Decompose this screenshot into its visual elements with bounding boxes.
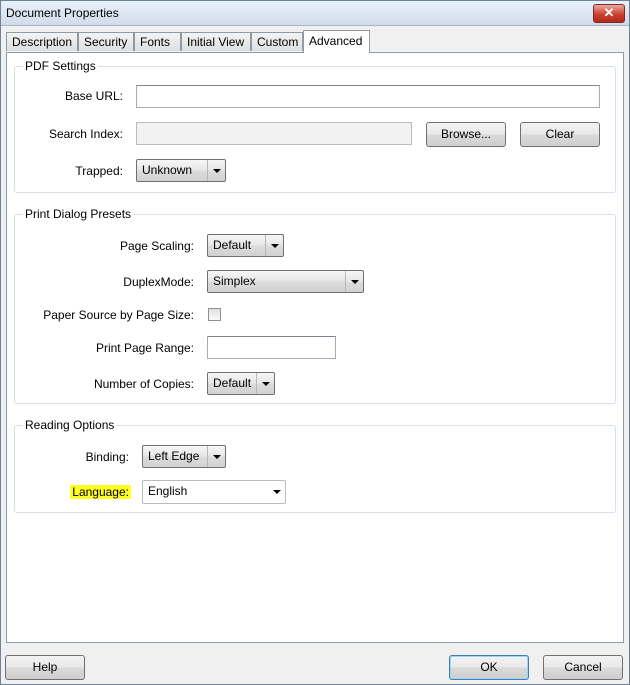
binding-label: Binding: [85, 450, 129, 464]
chevron-down-icon [265, 235, 283, 256]
pdf-settings-group: PDF Settings Base URL: Search Index: Bro… [14, 59, 616, 193]
copies-label: Number of Copies: [93, 377, 194, 391]
window-title: Document Properties [6, 6, 119, 20]
cancel-button[interactable]: Cancel [543, 655, 623, 680]
copies-select[interactable]: Default [207, 372, 275, 395]
duplex-mode-label: DuplexMode: [123, 275, 194, 289]
base-url-label: Base URL: [64, 89, 123, 103]
clear-button[interactable]: Clear [520, 122, 600, 147]
browse-button[interactable]: Browse... [426, 122, 506, 147]
page-range-input[interactable] [207, 336, 336, 359]
advanced-panel: PDF Settings Base URL: Search Index: Bro… [6, 52, 624, 643]
tab-description[interactable]: Description [6, 32, 78, 51]
page-scaling-select[interactable]: Default [207, 234, 284, 257]
base-url-input[interactable] [136, 85, 600, 108]
reading-options-group: Reading Options Binding: Left Edge Langu… [14, 418, 616, 513]
chevron-down-icon [345, 271, 363, 292]
title-bar: Document Properties ✕ [1, 1, 629, 26]
document-properties-dialog: Document Properties ✕ Description Securi… [0, 0, 630, 685]
ok-button[interactable]: OK [449, 655, 529, 680]
page-range-label: Print Page Range: [95, 341, 194, 355]
trapped-label: Trapped: [75, 164, 123, 178]
chevron-down-icon [207, 160, 225, 181]
search-index-label: Search Index: [48, 127, 123, 141]
close-icon: ✕ [603, 5, 615, 20]
chevron-down-icon [256, 373, 274, 394]
reading-options-title: Reading Options [23, 418, 117, 432]
print-presets-group: Print Dialog Presets Page Scaling: Defau… [14, 207, 616, 404]
duplex-mode-select[interactable]: Simplex [207, 270, 364, 293]
paper-source-checkbox[interactable] [208, 308, 221, 321]
trapped-select[interactable]: Unknown [136, 159, 226, 182]
chevron-down-icon [207, 446, 225, 467]
close-button[interactable]: ✕ [593, 4, 625, 23]
tab-security[interactable]: Security [78, 32, 134, 51]
tab-advanced[interactable]: Advanced [303, 30, 370, 53]
tab-fonts[interactable]: Fonts [134, 32, 181, 51]
chevron-down-icon [268, 481, 285, 503]
search-index-input [136, 122, 412, 145]
language-label: Language: [70, 485, 131, 499]
paper-source-label: Paper Source by Page Size: [43, 308, 194, 322]
help-button[interactable]: Help [5, 655, 85, 680]
tab-initial-view[interactable]: Initial View [181, 32, 251, 51]
binding-select[interactable]: Left Edge [142, 445, 226, 468]
page-scaling-label: Page Scaling: [119, 239, 194, 253]
language-select[interactable]: English [142, 480, 286, 504]
pdf-settings-title: PDF Settings [23, 59, 98, 73]
print-presets-title: Print Dialog Presets [23, 207, 134, 221]
tab-custom[interactable]: Custom [251, 32, 303, 51]
